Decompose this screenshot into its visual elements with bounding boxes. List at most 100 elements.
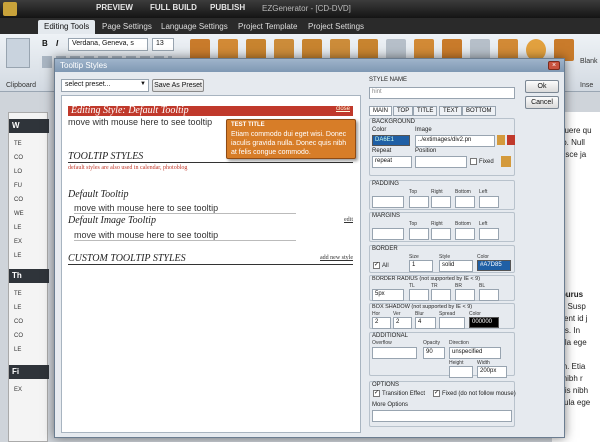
radius-all-input[interactable]: 5px bbox=[372, 289, 404, 301]
tab-title[interactable]: TITLE bbox=[413, 106, 438, 116]
cancel-button[interactable]: Cancel bbox=[525, 96, 559, 109]
width-input[interactable]: 200px bbox=[477, 366, 507, 378]
font-family-select[interactable]: Verdana, Geneva, s bbox=[68, 38, 148, 51]
shadow-color-swatch[interactable]: 000000 bbox=[469, 317, 499, 328]
tab-editing-tools[interactable]: Editing Tools bbox=[38, 20, 96, 34]
margin-left-input[interactable] bbox=[479, 228, 499, 240]
border-style-select[interactable]: solid bbox=[439, 260, 473, 272]
move-mouse-link[interactable]: move with mouse here to see tooltip bbox=[74, 203, 296, 214]
tab-top[interactable]: TOP bbox=[393, 106, 414, 116]
preset-select[interactable]: select preset... ▼ bbox=[61, 79, 149, 92]
padding-bottom-header: Bottom bbox=[455, 189, 471, 195]
left-item[interactable]: CO bbox=[14, 155, 23, 161]
tooltip-styles-heading-text: TOOLTIP STYLES bbox=[68, 151, 144, 162]
dialog-titlebar[interactable]: Tooltip Styles × bbox=[55, 59, 564, 72]
direction-select[interactable]: unspecified bbox=[449, 347, 501, 359]
folder-icon[interactable] bbox=[497, 135, 505, 145]
left-item[interactable]: CO bbox=[14, 319, 23, 325]
left-item[interactable]: LE bbox=[14, 253, 21, 259]
left-item[interactable]: LE bbox=[14, 225, 21, 231]
padding-bottom-input[interactable] bbox=[455, 196, 475, 208]
font-size-select[interactable]: 13 bbox=[152, 38, 174, 51]
overflow-select[interactable] bbox=[372, 347, 417, 359]
radius-br-input[interactable] bbox=[455, 289, 475, 301]
tab-project-settings[interactable]: Project Settings bbox=[302, 20, 370, 34]
fixed-mouse-checkbox[interactable]: ✓ bbox=[433, 390, 440, 397]
tab-page-settings[interactable]: Page Settings bbox=[96, 20, 158, 34]
more-options-input[interactable] bbox=[372, 410, 512, 422]
margin-top-input[interactable] bbox=[409, 228, 429, 240]
border-all-checkbox[interactable]: ✓ bbox=[373, 262, 380, 269]
left-item[interactable]: LO bbox=[14, 169, 22, 175]
left-item[interactable]: EX bbox=[14, 387, 22, 393]
left-item[interactable]: LE bbox=[14, 347, 21, 353]
padding-top-input[interactable] bbox=[409, 196, 429, 208]
transition-checkbox[interactable]: ✓ bbox=[373, 390, 380, 397]
margin-right-header: Right bbox=[431, 221, 443, 227]
left-item[interactable]: FU bbox=[14, 183, 22, 189]
radius-tr-input[interactable] bbox=[431, 289, 451, 301]
tab-text[interactable]: TEXT bbox=[439, 106, 463, 116]
left-item[interactable]: TE bbox=[14, 291, 22, 297]
position-select[interactable] bbox=[415, 156, 467, 168]
menu-publish[interactable]: PUBLISH bbox=[210, 3, 245, 12]
left-item[interactable]: WE bbox=[14, 211, 24, 217]
left-item[interactable]: LE bbox=[14, 305, 21, 311]
chevron-down-icon: ▼ bbox=[140, 81, 146, 87]
margin-bottom-input[interactable] bbox=[455, 228, 475, 240]
left-item[interactable]: CO bbox=[14, 333, 23, 339]
tab-bottom[interactable]: BOTTOM bbox=[462, 106, 496, 116]
menu-preview[interactable]: PREVIEW bbox=[96, 3, 133, 12]
padding-all-input[interactable] bbox=[372, 196, 404, 208]
delete-image-icon[interactable] bbox=[507, 135, 515, 145]
shadow-hor-input[interactable]: 2 bbox=[372, 317, 391, 329]
close-link[interactable]: close bbox=[336, 106, 350, 112]
left-panel: W TE CO LO FU CO WE LE EX LE Th TE LE CO… bbox=[8, 112, 49, 442]
bold-button[interactable]: B bbox=[42, 39, 48, 48]
ok-button[interactable]: Ok bbox=[525, 80, 559, 93]
border-color-swatch[interactable]: #A7D85 bbox=[477, 260, 511, 271]
radius-bl-input[interactable] bbox=[479, 289, 499, 301]
bg-image-input[interactable]: ../extimages/div2.pn bbox=[415, 135, 495, 147]
left-section-header: W bbox=[9, 119, 49, 133]
paste-icon[interactable] bbox=[6, 38, 30, 68]
shadow-blur-input[interactable]: 4 bbox=[415, 317, 436, 329]
tooltip-preview: TEST TITLE Etiam commodo dui eget wisi. … bbox=[226, 119, 356, 159]
move-mouse-link[interactable]: move with mouse here to see tooltip bbox=[74, 230, 296, 241]
left-item[interactable]: TE bbox=[14, 141, 22, 147]
options-label: OPTIONS bbox=[372, 382, 400, 388]
add-new-style-link[interactable]: add new style bbox=[320, 255, 353, 261]
tab-main[interactable]: MAIN bbox=[369, 106, 392, 116]
radius-tl-input[interactable] bbox=[409, 289, 429, 301]
repeat-select[interactable]: repeat bbox=[372, 156, 412, 168]
blank-label: Blank bbox=[580, 58, 598, 65]
opacity-input[interactable]: 90 bbox=[423, 347, 445, 359]
left-section-header: Fi bbox=[9, 365, 49, 379]
left-item[interactable]: EX bbox=[14, 239, 22, 245]
margin-right-input[interactable] bbox=[431, 228, 451, 240]
tab-language-settings[interactable]: Language Settings bbox=[155, 20, 234, 34]
app-logo-icon[interactable] bbox=[3, 2, 17, 16]
close-icon[interactable]: × bbox=[548, 61, 560, 70]
margin-all-input[interactable] bbox=[372, 228, 404, 240]
border-size-input[interactable]: 1 bbox=[409, 260, 433, 272]
style-name-input[interactable]: hint bbox=[369, 87, 515, 99]
color-picker-icon[interactable] bbox=[501, 156, 511, 167]
shadow-spread-input[interactable] bbox=[439, 317, 465, 329]
save-as-preset-button[interactable]: Save As Preset bbox=[152, 79, 204, 92]
menu-full-build[interactable]: FULL BUILD bbox=[150, 3, 197, 12]
direction-label: Direction bbox=[449, 340, 469, 346]
left-item[interactable]: CO bbox=[14, 197, 23, 203]
italic-button[interactable]: I bbox=[56, 39, 58, 48]
padding-right-input[interactable] bbox=[431, 196, 451, 208]
height-input[interactable] bbox=[449, 366, 473, 378]
move-mouse-link[interactable]: move with mouse here to see tooltip bbox=[68, 117, 218, 127]
shadow-ver-input[interactable]: 2 bbox=[393, 317, 412, 329]
tooltip-title: TEST TITLE bbox=[231, 122, 265, 128]
bg-color-swatch[interactable]: DA6E1 bbox=[372, 135, 410, 146]
padding-left-input[interactable] bbox=[479, 196, 499, 208]
opacity-label: Opacity bbox=[423, 340, 440, 346]
tab-project-template[interactable]: Project Template bbox=[232, 20, 303, 34]
fixed-checkbox[interactable] bbox=[470, 158, 477, 165]
edit-link[interactable]: edit bbox=[344, 217, 353, 223]
